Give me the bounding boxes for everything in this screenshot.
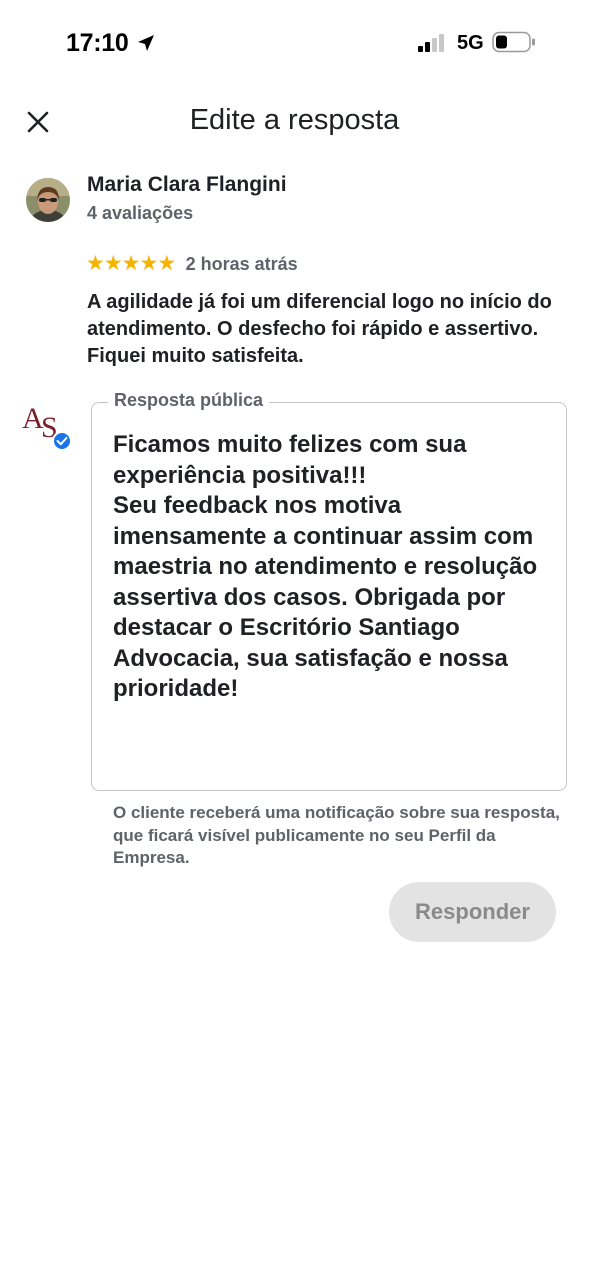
visibility-notice: O cliente receberá uma notificação sobre… [113,803,560,867]
rating-row: ★★★★★ 2 horas atrás [86,253,298,277]
status-time: 17:10 [66,29,129,57]
reply-text[interactable]: Ficamos muito felizes com sua experiênci… [113,430,553,705]
reviewer-review-count: 4 avaliações [87,203,194,223]
star-icon: ★ [157,252,177,275]
star-icon: ★ [86,252,105,275]
respond-button[interactable]: Responder [389,882,556,942]
star-rating: ★★★★★ [86,252,177,275]
status-bar: 17:10 5G [0,0,589,88]
star-icon: ★ [121,252,141,275]
star-icon: ★ [103,252,123,275]
star-icon: ★ [139,252,159,275]
location-arrow-icon [138,35,154,51]
reviewer-name: Maria Clara Flangini [87,173,287,196]
business-logo: A S [22,402,72,451]
reply-label: Resposta pública [108,390,270,411]
review-timestamp: 2 horas atrás [185,253,298,274]
reply-textarea[interactable]: Resposta pública Ficamos muito felizes c… [91,390,567,791]
review-text: A agilidade já foi um diferencial logo n… [87,291,552,367]
reviewer-avatar[interactable] [26,178,70,222]
page-title: Edite a resposta [189,104,400,136]
dialog-header: Edite a resposta [0,92,589,150]
avatar-photo [26,178,70,222]
cellular-signal-icon [418,34,444,52]
battery-icon [492,31,535,53]
network-type: 5G [457,32,484,54]
verified-badge-icon [52,431,72,451]
